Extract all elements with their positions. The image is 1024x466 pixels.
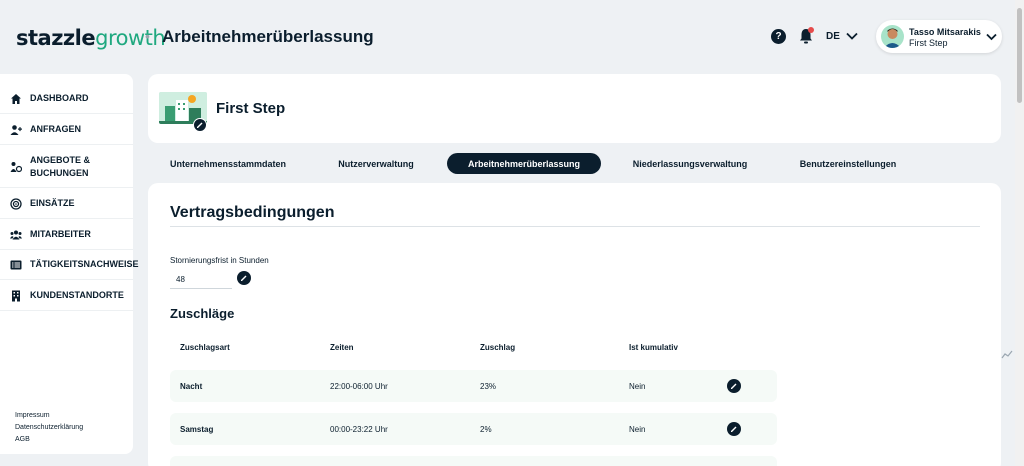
notification-dot [808, 27, 814, 33]
target-icon [10, 197, 22, 210]
page-scrollbar[interactable] [1015, 0, 1024, 466]
language-selector[interactable]: DE [826, 31, 840, 42]
sidebar-item-einsaetze[interactable]: EINSÄTZE [0, 189, 133, 219]
edit-row-button[interactable] [727, 379, 741, 393]
surcharge-type: Samstag [180, 425, 214, 434]
column-header: Zeiten [330, 343, 354, 352]
sidebar-item-taetigkeitsnachweise[interactable]: TÄTIGKEITSNACHWEISE [0, 250, 139, 280]
list-icon [10, 259, 22, 271]
edit-row-button[interactable] [727, 422, 741, 436]
edit-cancellation-button[interactable] [237, 271, 251, 285]
impressum-link[interactable]: Impressum [15, 410, 83, 422]
contract-terms-panel: Vertragsbedingungen Stornierungsfrist in… [148, 183, 1001, 466]
table-row: Nacht 22:00-06:00 Uhr 23% Nein [170, 370, 777, 402]
surcharge-value: 2% [480, 425, 492, 434]
pencil-icon [241, 275, 247, 281]
tab-nutzerverwaltung[interactable]: Nutzerverwaltung [320, 153, 432, 174]
surcharge-times: 00:00-23:22 Uhr [330, 425, 388, 434]
agb-link[interactable]: AGB [15, 434, 83, 446]
privacy-link[interactable]: Datenschutzerklärung [15, 422, 83, 434]
table-row: Samstag 00:00-23:22 Uhr 2% Nein [170, 413, 777, 445]
user-company: First Step [909, 38, 948, 48]
pencil-icon [731, 426, 737, 432]
column-header: Zuschlag [480, 343, 516, 352]
company-name: First Step [216, 100, 286, 117]
sidebar-item-kundenstandorte[interactable]: KUNDENSTANDORTE [0, 281, 133, 311]
cancellation-hours-input[interactable] [170, 270, 232, 289]
building-icon [10, 290, 22, 302]
offers-icon [10, 161, 22, 173]
title-separator: • [145, 28, 150, 44]
tab-arbeitnehmerueberlassung[interactable]: Arbeitnehmerüberlassung [447, 153, 601, 174]
section-title: Vertragsbedingungen [170, 204, 335, 221]
surcharge-cumulative: Nein [629, 425, 646, 434]
sidebar-item-dashboard[interactable]: DASHBOARD [0, 84, 133, 114]
surcharge-cumulative: Nein [629, 382, 646, 391]
divider [170, 226, 980, 227]
scrollbar-thumb[interactable] [1017, 8, 1022, 103]
help-icon[interactable]: ? [771, 29, 786, 44]
tab-unternehmensstammdaten[interactable]: Unternehmensstammdaten [160, 153, 296, 174]
sidebar: DASHBOARD ANFRAGEN ANGEBOTE & BUCHUNGEN E… [0, 74, 139, 454]
app-logo[interactable]: stazzlegrowth [16, 26, 166, 50]
notification-bell-icon[interactable] [797, 27, 815, 45]
cancellation-label: Stornierungsfrist in Stunden [170, 256, 269, 265]
home-icon [10, 93, 22, 105]
company-card: First Step [148, 74, 1001, 143]
tab-niederlassungsverwaltung[interactable]: Niederlassungsverwaltung [622, 153, 758, 174]
user-name: Tasso Mitsarakis [909, 27, 981, 37]
surcharge-type: Nacht [180, 382, 203, 391]
sidebar-item-anfragen[interactable]: ANFRAGEN [0, 115, 133, 145]
tab-benutzereinstellungen[interactable]: Benutzereinstellungen [780, 153, 916, 174]
page-title: Arbeitnehmerüberlassung [162, 27, 374, 46]
side-widget-icon[interactable] [1000, 348, 1014, 362]
footer-links: Impressum Datenschutzerklärung AGB [15, 410, 83, 446]
chevron-down-icon[interactable] [845, 29, 859, 43]
edit-company-image-button[interactable] [193, 118, 207, 132]
table-row [170, 456, 777, 466]
avatar [881, 25, 904, 48]
user-plus-icon [10, 124, 22, 136]
users-icon [10, 229, 22, 241]
sidebar-item-angebote-buchungen[interactable]: ANGEBOTE & BUCHUNGEN [0, 146, 133, 188]
column-header: Zuschlagsart [180, 343, 230, 352]
surcharges-title: Zuschläge [170, 306, 235, 321]
surcharge-times: 22:00-06:00 Uhr [330, 382, 388, 391]
column-header: Ist kumulativ [629, 343, 678, 352]
sidebar-item-mitarbeiter[interactable]: MITARBEITER [0, 220, 133, 250]
pencil-icon [731, 383, 737, 389]
pencil-icon [196, 122, 202, 128]
chevron-down-icon[interactable] [985, 30, 998, 43]
top-bar: stazzlegrowth • Arbeitnehmerüberlassung … [0, 0, 1015, 74]
surcharge-value: 23% [480, 382, 497, 391]
user-menu[interactable]: Tasso Mitsarakis First Step [876, 20, 1002, 53]
